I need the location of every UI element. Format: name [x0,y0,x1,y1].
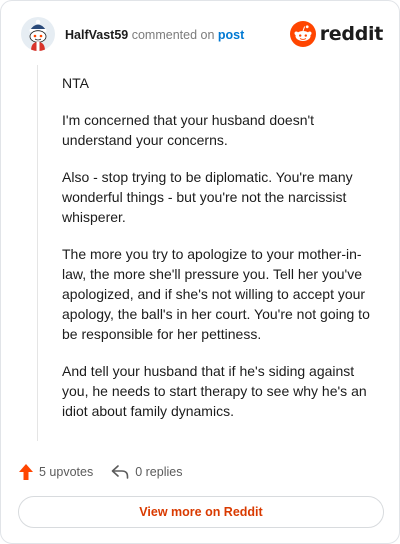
comment-actions: 5 upvotes 0 replies [19,461,182,483]
snoo-avatar-icon [21,17,55,51]
thread-line [37,65,38,441]
comment-paragraph: I'm concerned that your husband doesn't … [62,112,315,148]
comment-header: HalfVast59 commented on post reddit [19,15,385,55]
embedded-comment-card: HalfVast59 commented on post reddit NTA … [0,0,400,544]
commented-on-text: commented on [131,28,215,42]
upvote-arrow-icon [19,464,33,480]
reddit-logo[interactable]: reddit [289,19,384,49]
comment-paragraph: And tell your husband that if he's sidin… [62,363,367,419]
comment-paragraph: Also - stop trying to be diplomatic. You… [62,169,353,225]
reply-arrow-icon [111,465,129,479]
author-name[interactable]: HalfVast59 [65,28,128,42]
comment-paragraph: The more you try to apologize to your mo… [62,246,370,342]
comment-paragraph: NTA [62,75,89,91]
upvote-count: 5 upvotes [39,465,94,479]
avatar[interactable] [21,17,55,51]
post-link[interactable]: post [218,28,244,42]
reply-count: 0 replies [135,465,183,479]
upvote-action[interactable]: 5 upvotes [19,464,93,480]
view-more-button[interactable]: View more on Reddit [18,496,384,528]
reddit-snoo-icon [289,21,316,47]
comment-body: NTA I'm concerned that your husband does… [62,73,378,438]
author-line: HalfVast59 commented on post [65,27,244,43]
reply-action[interactable]: 0 replies [111,465,182,479]
reddit-wordmark: reddit [319,23,384,45]
